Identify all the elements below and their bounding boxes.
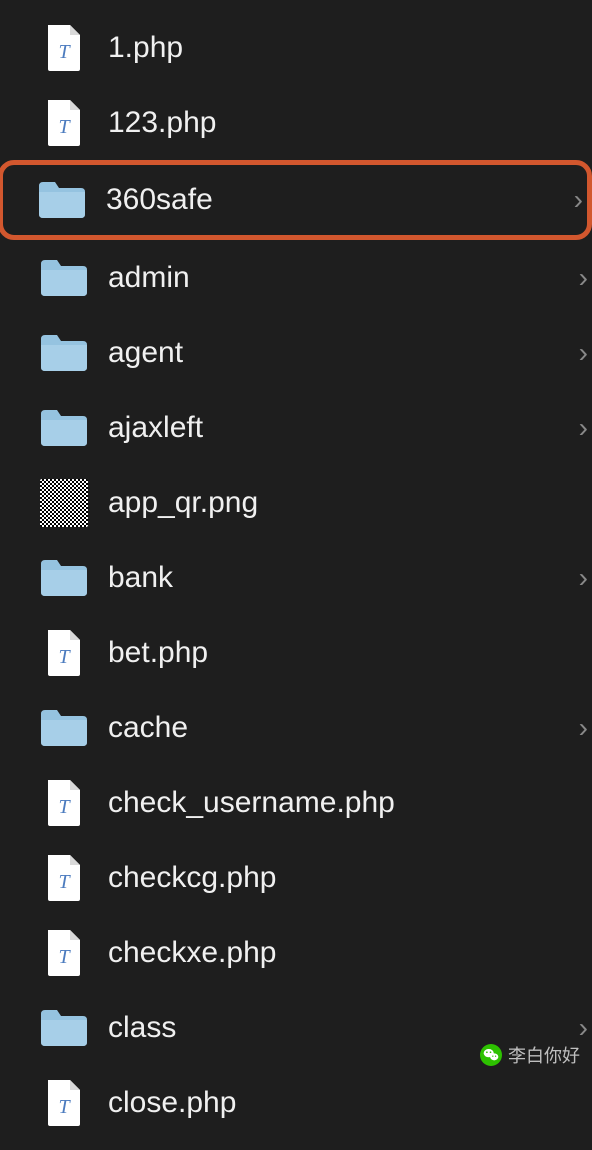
php-file-icon [38,927,90,979]
folder-icon [38,552,90,604]
file-name-label: 1.php [108,31,183,65]
file-name-label: class [108,1011,176,1045]
file-name-label: bet.php [108,636,208,670]
file-name-label: close.php [108,1086,236,1120]
folder-icon [36,174,88,226]
file-row-checkcg-php[interactable]: checkcg.php [0,840,592,915]
php-file-icon [38,777,90,829]
file-row-agent[interactable]: agent › [0,315,592,390]
file-row-ajaxleft[interactable]: ajaxleft › [0,390,592,465]
file-row-cache[interactable]: cache › [0,690,592,765]
wechat-icon [480,1044,502,1066]
php-file-icon [38,852,90,904]
file-list: 1.php123.php360safe›admin›agent›ajaxleft… [0,0,592,1150]
watermark: 李白你好 [480,1042,580,1068]
file-row-admin[interactable]: admin › [0,240,592,315]
file-name-label: checkcg.php [108,861,276,895]
file-name-label: agent [108,336,183,370]
watermark-text: 李白你好 [508,1042,580,1068]
chevron-right-icon: › [574,186,583,214]
file-row-close-php[interactable]: close.php [0,1065,592,1140]
file-row-checkxe-php[interactable]: checkxe.php [0,915,592,990]
file-row-check-username-php[interactable]: check_username.php [0,765,592,840]
folder-icon [38,702,90,754]
file-name-label: app_qr.png [108,486,258,520]
file-name-label: cache [108,711,188,745]
file-row-bank[interactable]: bank › [0,540,592,615]
file-name-label: check_username.php [108,786,395,820]
file-row-360safe[interactable]: 360safe › [0,160,592,240]
qr-image-icon [38,477,90,529]
chevron-right-icon: › [579,1014,588,1042]
php-file-icon [38,22,90,74]
chevron-right-icon: › [579,339,588,367]
file-row-app-qr-png[interactable]: app_qr.png [0,465,592,540]
folder-icon [38,1002,90,1054]
folder-icon [38,402,90,454]
php-file-icon [38,97,90,149]
folder-icon [38,252,90,304]
file-row-bet-php[interactable]: bet.php [0,615,592,690]
chevron-right-icon: › [579,414,588,442]
folder-icon [38,327,90,379]
chevron-right-icon: › [579,264,588,292]
file-row-1-php[interactable]: 1.php [0,10,592,85]
file-name-label: checkxe.php [108,936,276,970]
file-name-label: 123.php [108,106,216,140]
file-name-label: admin [108,261,190,295]
chevron-right-icon: › [579,714,588,742]
php-file-icon [38,627,90,679]
php-file-icon [38,1077,90,1129]
file-name-label: 360safe [106,183,213,217]
file-name-label: bank [108,561,173,595]
chevron-right-icon: › [579,564,588,592]
file-name-label: ajaxleft [108,411,203,445]
file-row-123-php[interactable]: 123.php [0,85,592,160]
